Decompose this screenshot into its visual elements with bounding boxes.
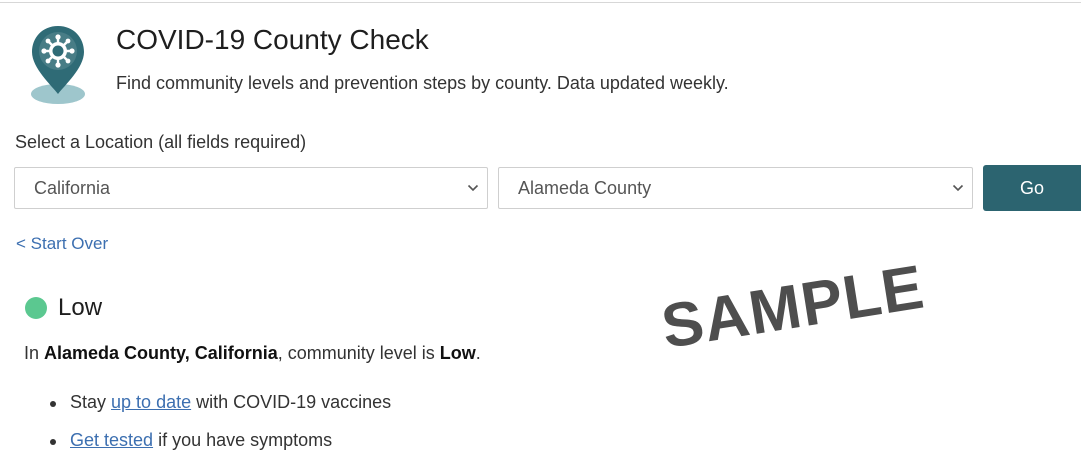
prevention-steps-list: Stay up to date with COVID-19 vaccines G… xyxy=(50,392,391,468)
location-label: Select a Location (all fields required) xyxy=(15,132,307,152)
sample-watermark: SAMPLE xyxy=(657,252,929,363)
level-summary: In Alameda County, California, community… xyxy=(24,343,481,363)
list-item: Stay up to date with COVID-19 vaccines xyxy=(50,392,391,430)
state-select-value: California xyxy=(34,177,111,198)
county-select[interactable]: Alameda County xyxy=(498,167,973,209)
up-to-date-link[interactable]: up to date xyxy=(111,392,191,412)
list-item: Get tested if you have symptoms xyxy=(50,430,391,468)
top-divider xyxy=(0,2,1081,3)
go-button[interactable]: Go xyxy=(983,165,1081,211)
state-select[interactable]: California xyxy=(14,167,488,209)
chevron-down-icon xyxy=(459,184,487,192)
community-level-heading: Low xyxy=(58,294,103,321)
level-status-dot xyxy=(25,297,47,319)
summary-location: Alameda County, California xyxy=(44,343,278,363)
chevron-down-icon xyxy=(944,184,972,192)
page-title: COVID-19 County Check xyxy=(116,24,429,55)
page-subtitle: Find community levels and prevention ste… xyxy=(116,73,729,93)
start-over-link[interactable]: < Start Over xyxy=(16,234,108,254)
virus-location-pin-icon xyxy=(31,26,85,104)
summary-level: Low xyxy=(439,343,476,363)
get-tested-link[interactable]: Get tested xyxy=(70,430,153,450)
county-select-value: Alameda County xyxy=(518,177,652,198)
